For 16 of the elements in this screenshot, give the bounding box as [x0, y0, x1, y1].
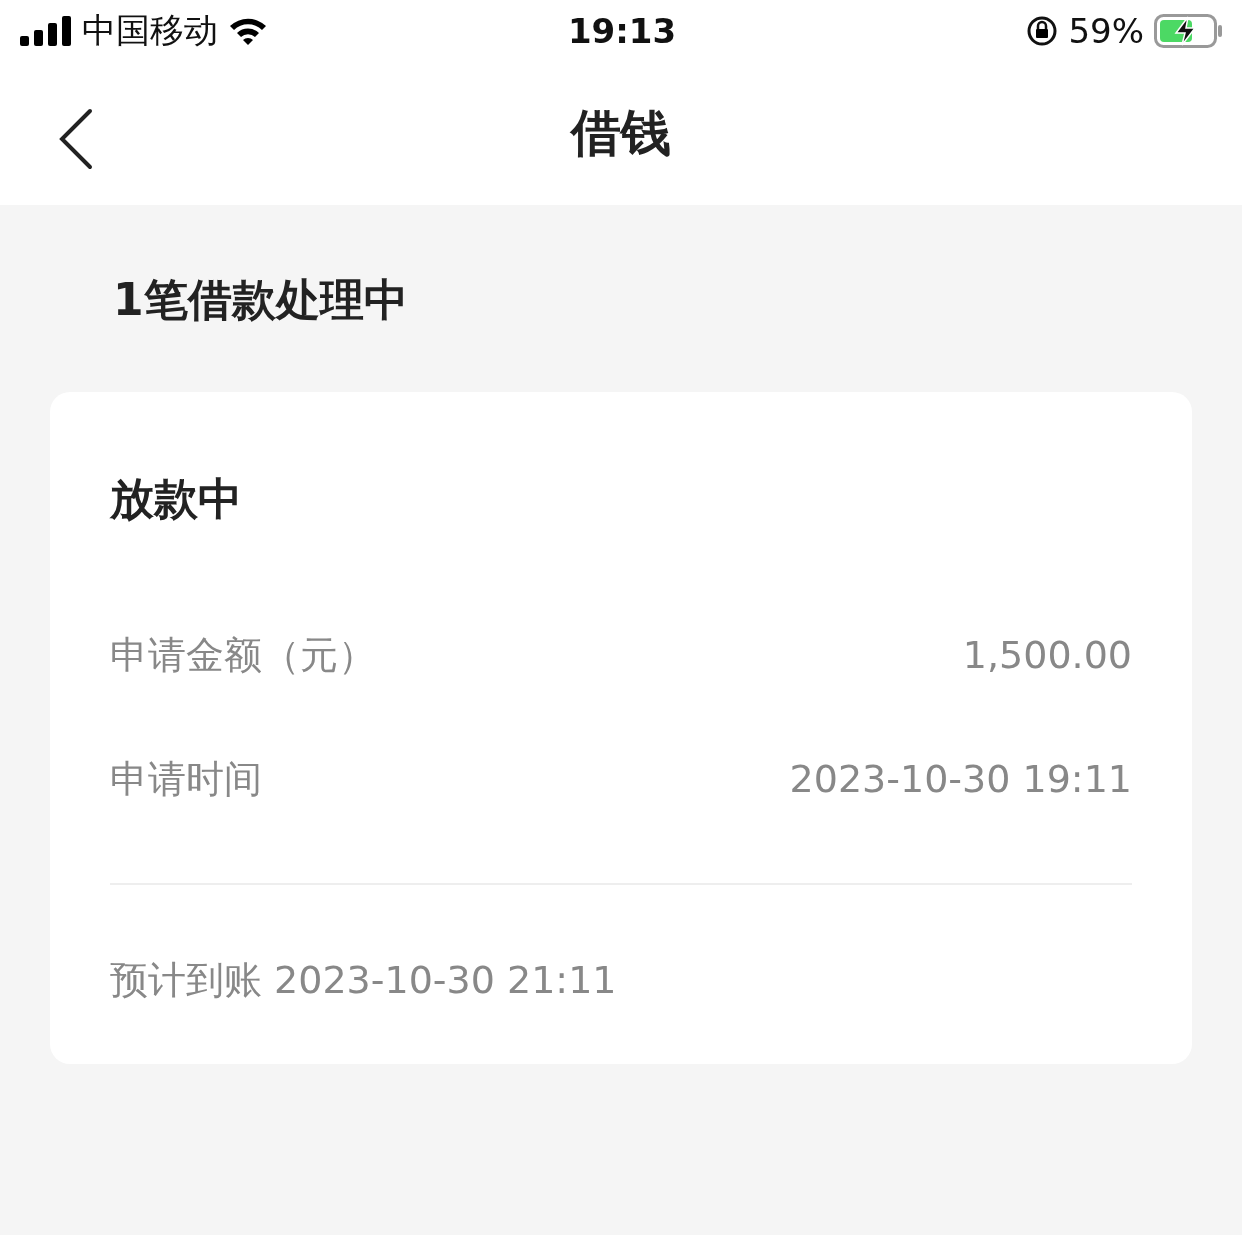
summary-heading: 1笔借款处理中 — [113, 273, 408, 327]
carrier-name: 中国移动 — [82, 9, 218, 52]
rotation-lock-icon — [1026, 15, 1059, 47]
loan-status: 放款中 — [110, 472, 242, 526]
wifi-icon — [228, 16, 268, 46]
back-icon — [58, 108, 94, 170]
clock-time: 19:13 — [567, 11, 677, 51]
row-label: 申请时间 — [110, 755, 262, 803]
battery-percent: 59% — [1068, 11, 1144, 51]
signal-icon — [20, 16, 72, 46]
row-value: 2023-10-30 19:11 — [789, 757, 1132, 801]
row-label: 申请金额（元） — [110, 631, 376, 679]
battery-charging-icon — [1154, 14, 1224, 48]
arrival-estimate: 预计到账 2023-10-30 21:11 — [110, 957, 617, 1004]
row-value: 1,500.00 — [962, 633, 1132, 677]
page-title: 借钱 — [571, 103, 671, 164]
